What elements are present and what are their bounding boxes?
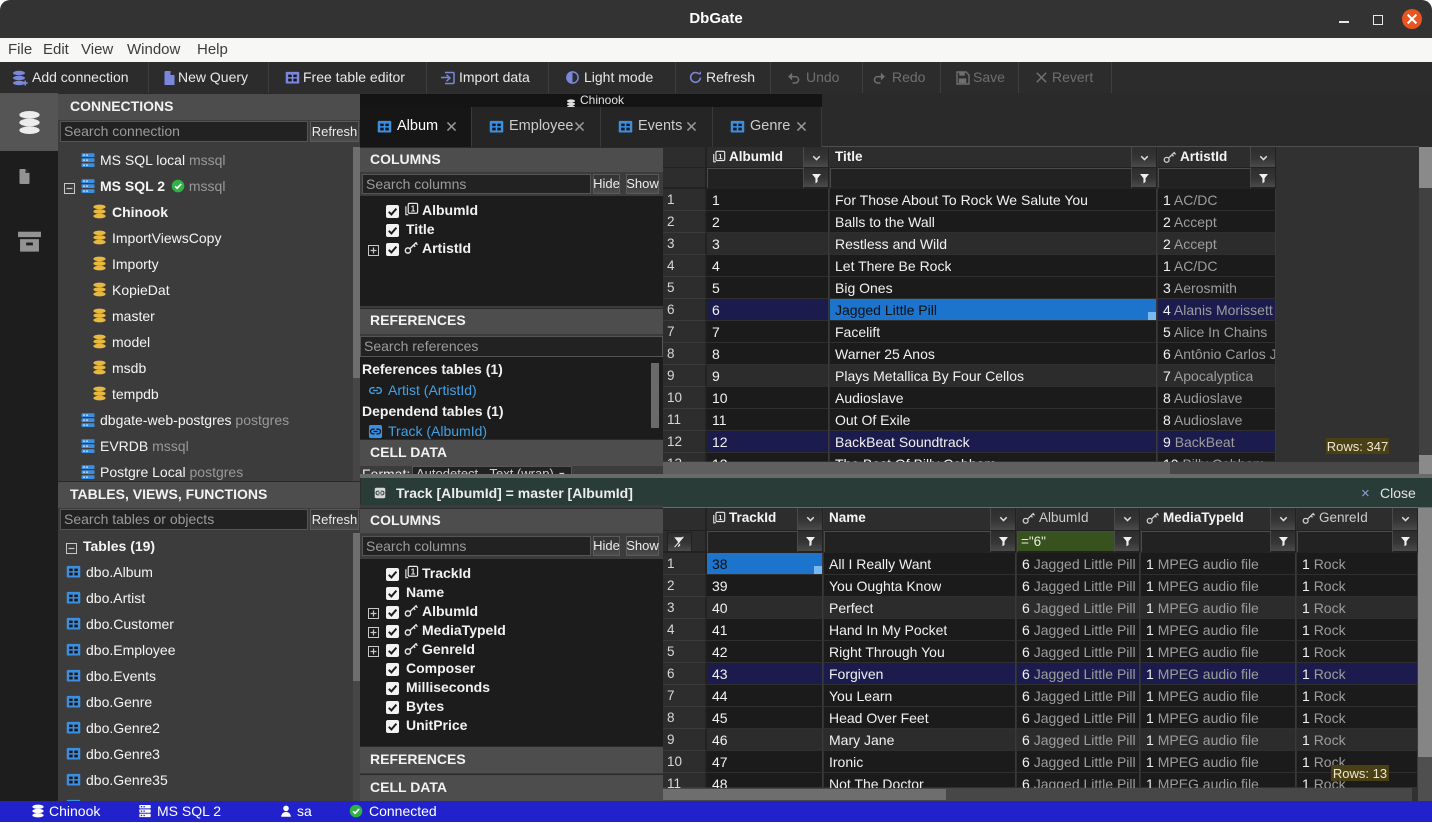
svg-text:1: 1: [718, 152, 722, 161]
svg-text:1: 1: [411, 567, 416, 576]
svg-text:1: 1: [718, 513, 722, 522]
svg-text:1: 1: [411, 204, 416, 213]
